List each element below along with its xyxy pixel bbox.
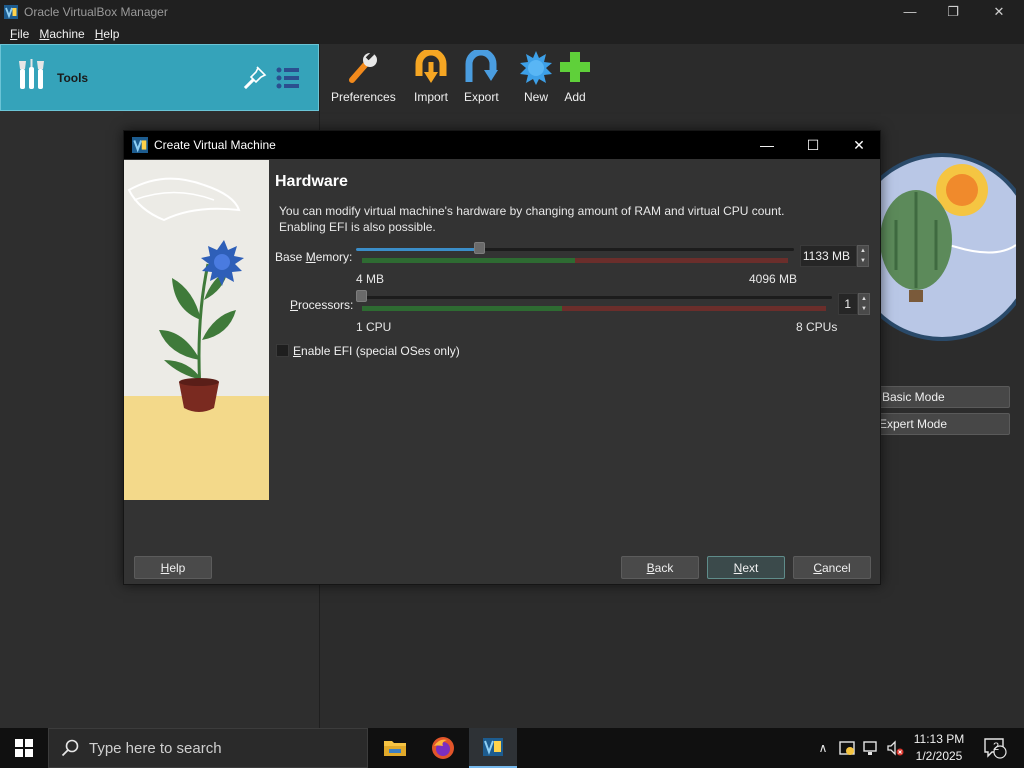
processors-label: Processors: xyxy=(290,298,354,312)
windows-logo-icon xyxy=(15,739,33,757)
export-label: Export xyxy=(464,90,499,104)
list-menu-icon[interactable] xyxy=(275,66,301,90)
firefox-icon xyxy=(432,737,454,759)
start-button[interactable] xyxy=(0,728,48,768)
processors-slider-handle[interactable] xyxy=(356,290,367,302)
clock-time: 11:13 PM xyxy=(913,732,965,746)
wizard-side-image xyxy=(124,160,269,500)
base-memory-label: Base Memory: xyxy=(275,250,353,264)
menu-help[interactable]: Help xyxy=(95,27,120,41)
taskbar-file-explorer[interactable] xyxy=(371,728,419,768)
expert-mode-button[interactable]: Expert Mode xyxy=(876,413,1010,435)
add-plus-icon xyxy=(560,52,590,82)
new-label: New xyxy=(523,90,548,104)
minimize-button[interactable]: — xyxy=(887,0,933,23)
dialog-maximize-button[interactable]: ☐ xyxy=(790,131,836,159)
cancel-button[interactable]: Cancel xyxy=(793,556,871,579)
sidebar-item-tools[interactable]: Tools xyxy=(0,44,319,111)
virtualbox-taskbar-icon xyxy=(483,738,503,756)
windows-taskbar: Type here to search ∧ 11:13 PM 1/2/2025 … xyxy=(0,728,1024,768)
close-window-button[interactable]: ✕ xyxy=(976,0,1022,23)
create-vm-dialog: Create Virtual Machine — ☐ ✕ Hardware Yo… xyxy=(123,130,881,585)
description-line-2: Enabling EFI is also possible. xyxy=(279,220,436,234)
processors-spin-arrows[interactable]: ▲ ▼ xyxy=(858,293,870,315)
restore-button[interactable]: ❐ xyxy=(930,0,976,23)
page-heading: Hardware xyxy=(275,173,348,190)
import-button[interactable]: Import xyxy=(414,50,448,104)
import-label: Import xyxy=(414,90,449,104)
window-title: Oracle VirtualBox Manager xyxy=(24,4,168,19)
processors-spinbox[interactable]: 1 ▲ ▼ xyxy=(838,293,870,315)
base-memory-spin-arrows[interactable]: ▲ ▼ xyxy=(857,245,869,267)
import-arrow-icon xyxy=(415,50,447,83)
taskbar-firefox[interactable] xyxy=(419,728,467,768)
dialog-minimize-button[interactable]: — xyxy=(744,131,790,159)
taskbar-clock[interactable]: 11:13 PM 1/2/2025 xyxy=(906,731,972,765)
taskbar-search-box[interactable]: Type here to search xyxy=(48,728,368,768)
tools-icon xyxy=(19,59,44,89)
new-star-icon xyxy=(520,51,552,85)
notifications-button[interactable]: 2 xyxy=(980,728,1010,768)
search-placeholder: Type here to search xyxy=(89,739,222,757)
preferences-label: Preferences xyxy=(331,90,396,104)
window-titlebar: Oracle VirtualBox Manager — ❐ ✕ xyxy=(0,0,1024,23)
pin-icon[interactable] xyxy=(243,65,267,91)
processors-min-label: 1 CPU xyxy=(356,320,392,334)
processors-value[interactable]: 1 xyxy=(838,293,858,315)
new-button[interactable]: New xyxy=(519,50,553,104)
volume-muted-icon xyxy=(887,740,904,756)
dialog-close-button[interactable]: ✕ xyxy=(836,131,882,159)
help-button[interactable]: Help xyxy=(134,556,212,579)
folder-icon xyxy=(384,741,406,756)
dialog-title: Create Virtual Machine xyxy=(154,138,276,152)
add-button[interactable]: Add xyxy=(558,50,592,104)
back-button[interactable]: Back xyxy=(621,556,699,579)
main-toolbar: Preferences Import Export New Add xyxy=(320,44,1024,114)
virtualbox-logo-icon xyxy=(4,4,18,19)
menu-machine[interactable]: Machine xyxy=(39,27,84,41)
notification-count: 2 xyxy=(993,741,1000,753)
base-memory-spinbox[interactable]: 1133 MB ▲ ▼ xyxy=(800,245,869,267)
memory-max-label: 4096 MB xyxy=(749,272,798,286)
export-arrow-icon xyxy=(465,50,499,82)
virtualbox-logo-icon xyxy=(132,137,148,153)
network-icon xyxy=(863,741,877,755)
security-tray-icon[interactable] xyxy=(836,728,858,768)
wrench-icon xyxy=(349,51,378,83)
search-icon xyxy=(61,739,79,757)
tools-label: Tools xyxy=(57,71,89,85)
basic-mode-button[interactable]: Basic Mode xyxy=(876,386,1010,408)
processors-max-label: 8 CPUs xyxy=(796,320,838,334)
add-label: Add xyxy=(564,90,586,104)
enable-efi-checkbox[interactable] xyxy=(276,344,289,357)
dialog-titlebar: Create Virtual Machine — ☐ ✕ xyxy=(124,131,880,159)
taskbar-virtualbox[interactable] xyxy=(469,728,517,768)
defender-icon xyxy=(839,741,855,755)
memory-min-label: 4 MB xyxy=(356,272,385,286)
volume-tray-icon[interactable] xyxy=(884,728,906,768)
base-memory-slider-fill xyxy=(356,248,479,251)
base-memory-scale xyxy=(362,258,788,263)
enable-efi-label[interactable]: Enable EFI (special OSes only) xyxy=(293,344,460,358)
show-hidden-icons-button[interactable]: ∧ xyxy=(814,728,832,768)
base-memory-slider-handle[interactable] xyxy=(474,242,485,254)
preferences-button[interactable]: Preferences xyxy=(331,50,396,104)
network-tray-icon[interactable] xyxy=(860,728,882,768)
clock-date: 1/2/2025 xyxy=(915,749,963,763)
processors-scale xyxy=(362,306,826,311)
base-memory-value[interactable]: 1133 MB xyxy=(800,245,857,267)
menu-bar: File Machine Help xyxy=(0,23,1024,44)
export-button[interactable]: Export xyxy=(464,50,499,104)
hot-air-balloon-illustration-icon xyxy=(876,153,1016,341)
description-line-1: You can modify virtual machine's hardwar… xyxy=(279,204,785,218)
menu-file[interactable]: File xyxy=(10,27,29,41)
flower-pot-illustration-icon xyxy=(124,160,269,500)
next-button[interactable]: Next xyxy=(707,556,785,579)
